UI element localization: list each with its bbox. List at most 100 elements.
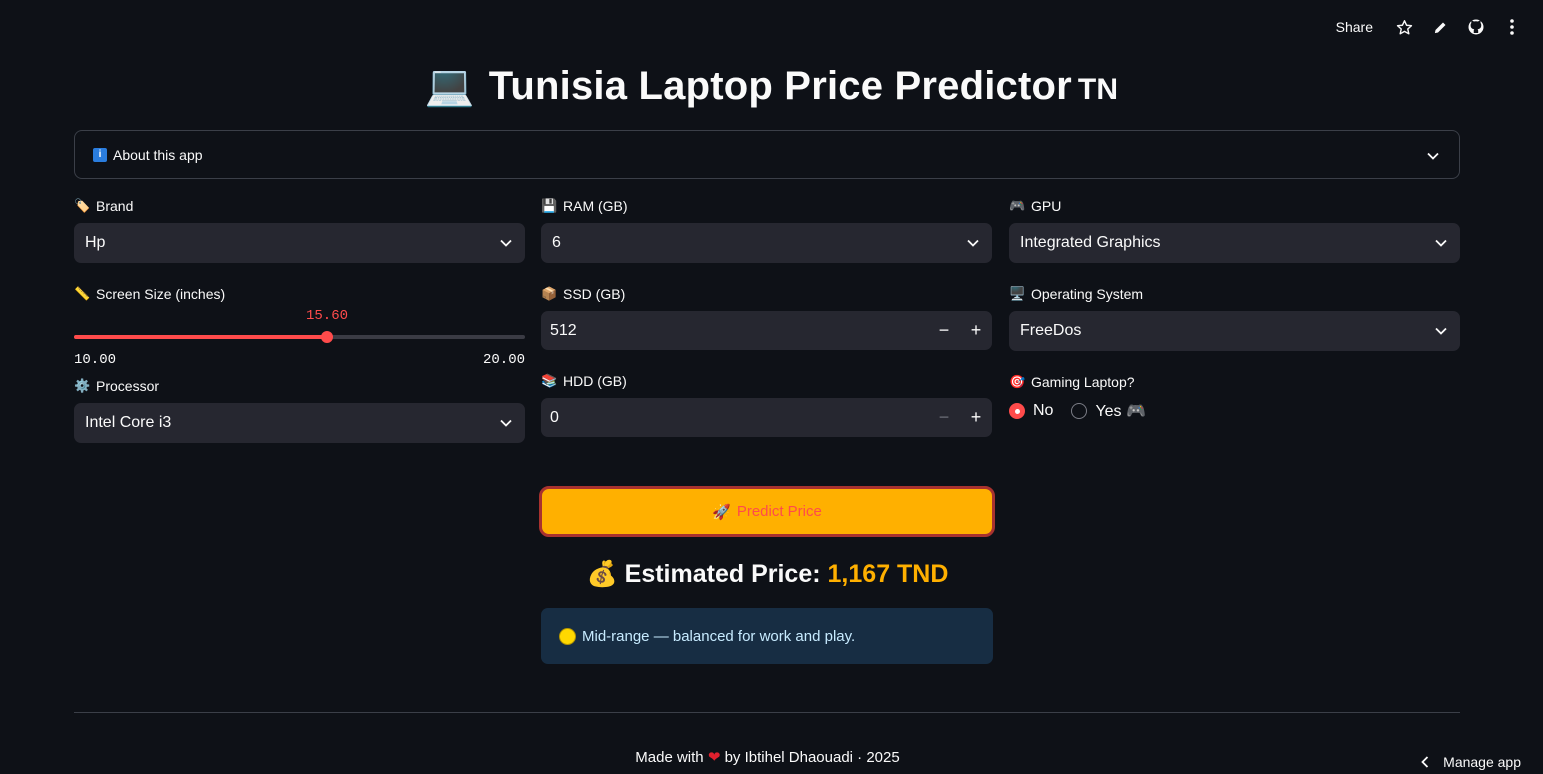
chevron-left-icon [1421, 756, 1429, 768]
radio-yes-label: Yes 🎮 [1095, 403, 1146, 420]
chevron-down-icon [1435, 327, 1447, 335]
screen-size-field: 📏 Screen Size (inches) 15.60 10.00 20.00 [74, 284, 525, 368]
gaming-label: Gaming Laptop? [1031, 374, 1135, 390]
ram-select[interactable]: 6 [541, 223, 992, 263]
estimate-label: Estimated Price: [624, 560, 821, 588]
chevron-down-icon [967, 239, 979, 247]
rocket-icon: 🚀 [712, 503, 731, 521]
manage-app-button[interactable]: Manage app [1421, 754, 1521, 770]
hdd-decrement-button[interactable]: − [928, 398, 960, 437]
screen-label: Screen Size (inches) [96, 286, 226, 302]
info-icon: i [93, 147, 107, 162]
gpu-select[interactable]: Integrated Graphics [1009, 223, 1460, 263]
radio-yes[interactable]: Yes 🎮 [1071, 401, 1146, 421]
os-label: Operating System [1031, 286, 1144, 302]
radio-unselected-icon [1071, 403, 1088, 419]
ram-value: 6 [552, 234, 561, 251]
column-middle: 💾 RAM (GB) 6 📦 SSD (GB) 512 − + 📚 HDD (G… [541, 196, 992, 458]
ssd-number-input: 512 − + [541, 311, 992, 350]
top-toolbar: Share [1336, 18, 1521, 36]
chevron-down-icon [500, 419, 512, 427]
money-bag-icon: 💰 [586, 560, 618, 588]
os-field: 🖥️ Operating System FreeDos [1009, 284, 1460, 351]
slider-track[interactable] [74, 331, 525, 343]
share-button[interactable]: Share [1336, 19, 1373, 35]
hdd-value-input[interactable]: 0 [550, 409, 928, 427]
slider-max: 20.00 [482, 352, 525, 368]
os-value: FreeDos [1020, 322, 1082, 339]
monitor-icon: 🖥️ [1009, 286, 1026, 301]
predict-price-button[interactable]: 🚀 Predict Price [539, 486, 995, 537]
chevron-down-icon [1427, 147, 1439, 163]
processor-value: Intel Core i3 [85, 414, 172, 431]
radio-no-label: No [1033, 402, 1054, 419]
brand-label-row: 🏷️ Brand [74, 196, 525, 216]
box-icon: 📦 [541, 286, 558, 301]
brand-field: 🏷️ Brand Hp [74, 196, 525, 263]
gpu-value: Integrated Graphics [1020, 234, 1161, 251]
gear-icon: ⚙️ [74, 378, 91, 393]
predict-label: Predict Price [736, 503, 822, 520]
column-right: 🎮 GPU Integrated Graphics 🖥️ Operating S… [1009, 196, 1460, 442]
ruler-icon: 📏 [74, 286, 91, 301]
processor-label-row: ⚙️ Processor [74, 376, 525, 396]
gpu-label-row: 🎮 GPU [1009, 196, 1460, 216]
pencil-icon[interactable] [1431, 18, 1449, 36]
ssd-value-input[interactable]: 512 [550, 322, 928, 340]
brand-label: Brand [96, 198, 134, 214]
ram-label-row: 💾 RAM (GB) [541, 196, 992, 216]
radio-no[interactable]: No [1009, 401, 1053, 421]
brand-select[interactable]: Hp [74, 223, 525, 263]
ssd-decrement-button[interactable]: − [928, 311, 960, 350]
hdd-label-row: 📚 HDD (GB) [541, 371, 992, 391]
screen-size-slider[interactable]: 15.60 10.00 20.00 [74, 306, 525, 368]
gpu-field: 🎮 GPU Integrated Graphics [1009, 196, 1460, 263]
gamepad-icon: 🎮 [1009, 198, 1026, 213]
manage-label: Manage app [1443, 754, 1521, 770]
price-tier-callout: Mid-range — balanced for work and play. [541, 608, 993, 664]
brand-value: Hp [85, 234, 106, 251]
slider-thumb[interactable] [321, 331, 333, 343]
ssd-label: SSD (GB) [563, 286, 626, 302]
chevron-down-icon [500, 239, 512, 247]
more-vertical-icon[interactable] [1503, 18, 1521, 36]
target-icon: 🎯 [1009, 374, 1026, 389]
ssd-label-row: 📦 SSD (GB) [541, 284, 992, 304]
app-page: Share 💻 Tunisia Laptop Price Predictor TN … [0, 0, 1543, 774]
footer-made-with: Made with [635, 749, 704, 766]
footer: Made with ❤ by Ibtihel Dhaouadi · 2025 [0, 748, 1535, 766]
hdd-number-input: 0 − + [541, 398, 992, 437]
gaming-label-row: 🎯 Gaming Laptop? [1009, 372, 1460, 392]
tag-icon: 🏷️ [74, 198, 91, 213]
processor-select[interactable]: Intel Core i3 [74, 403, 525, 443]
github-icon[interactable] [1467, 18, 1485, 36]
os-select[interactable]: FreeDos [1009, 311, 1460, 351]
gaming-field: 🎯 Gaming Laptop? No Yes 🎮 [1009, 372, 1460, 421]
screen-label-row: 📏 Screen Size (inches) [74, 284, 525, 304]
slider-fill [74, 335, 327, 339]
heart-icon: ❤ [707, 749, 721, 766]
about-label: About this app [113, 146, 203, 163]
yellow-circle-icon [559, 627, 576, 645]
title-text: Tunisia Laptop Price Predictor [488, 64, 1072, 108]
os-label-row: 🖥️ Operating System [1009, 284, 1460, 304]
star-icon[interactable] [1395, 18, 1413, 36]
footer-divider [74, 712, 1460, 713]
flag-icon: TN [1077, 73, 1119, 106]
estimated-price: 💰 Estimated Price: 1,167 TND [0, 560, 1535, 589]
slider-value: 15.60 [305, 308, 349, 324]
gpu-label: GPU [1031, 198, 1062, 214]
chevron-down-icon [1435, 239, 1447, 247]
page-title: 💻 Tunisia Laptop Price Predictor TN [0, 62, 1543, 109]
books-icon: 📚 [541, 373, 558, 388]
ssd-field: 📦 SSD (GB) 512 − + [541, 284, 992, 350]
slider-min: 10.00 [74, 352, 117, 368]
ram-field: 💾 RAM (GB) 6 [541, 196, 992, 263]
ram-label: RAM (GB) [563, 198, 628, 214]
hdd-increment-button[interactable]: + [960, 398, 992, 437]
hdd-field: 📚 HDD (GB) 0 − + [541, 371, 992, 437]
ssd-increment-button[interactable]: + [960, 311, 992, 350]
laptop-icon: 💻 [424, 64, 475, 108]
hdd-label: HDD (GB) [563, 373, 627, 389]
about-expander[interactable]: i About this app [74, 130, 1460, 179]
